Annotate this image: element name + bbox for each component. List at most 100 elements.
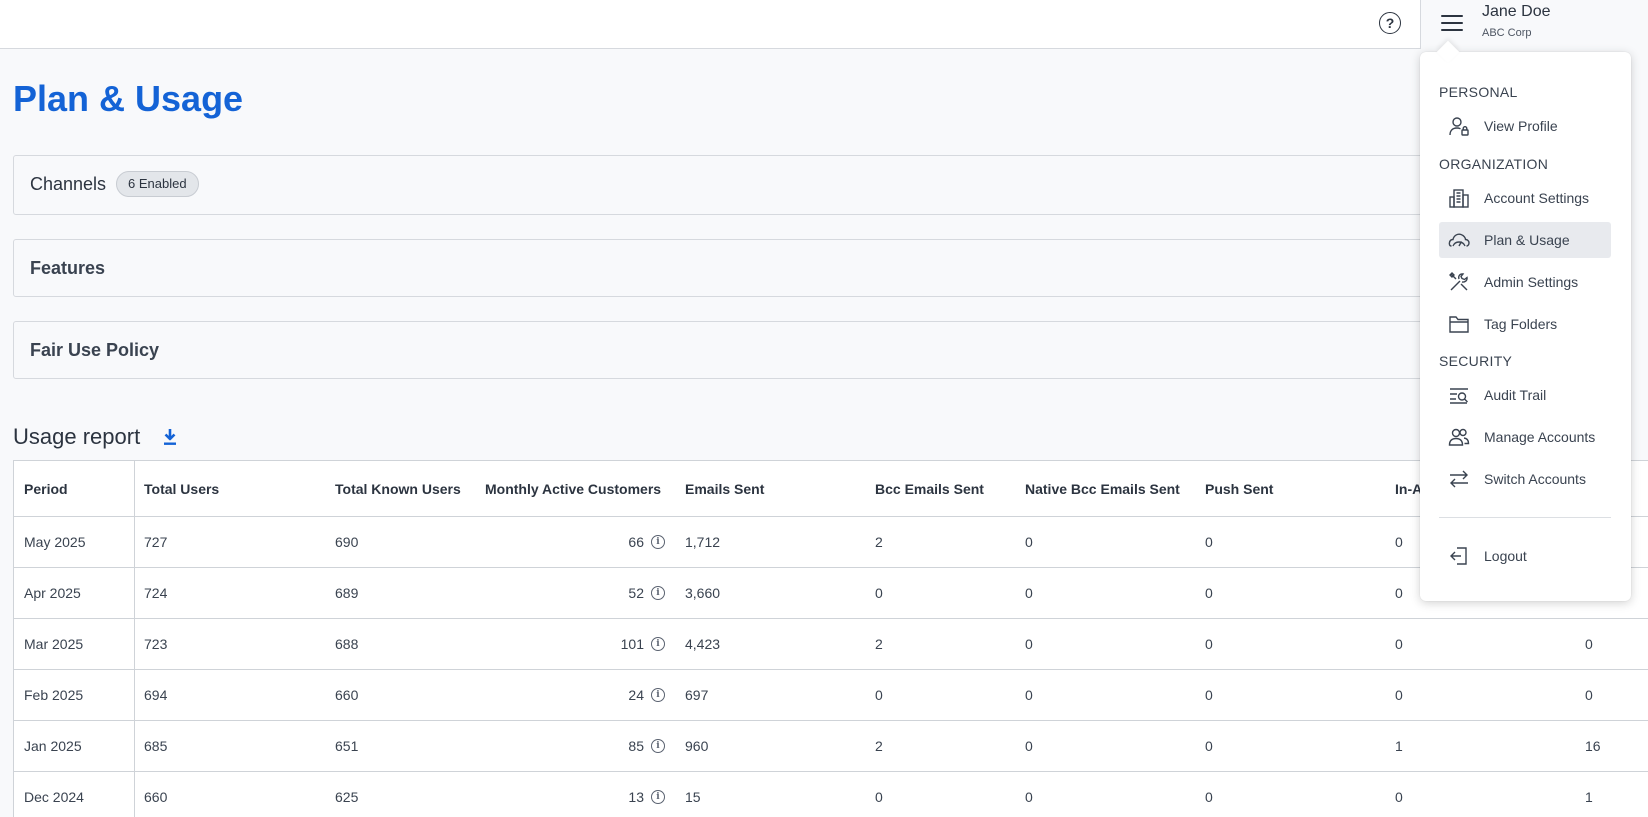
menu-item-account-settings[interactable]: Account Settings [1439, 180, 1611, 216]
info-icon[interactable]: i [651, 535, 665, 549]
cell-mac: 85 i [485, 721, 665, 771]
cell-period: Apr 2025 [24, 585, 81, 601]
cell-known-users: 651 [335, 738, 359, 754]
column-header-total-known-users[interactable]: Total Known Users [335, 461, 461, 516]
column-header-in-app[interactable]: In-A [1395, 461, 1422, 516]
cell-in-app: 0 [1395, 789, 1403, 805]
menu-item-label: Account Settings [1484, 190, 1590, 206]
menu-item-logout[interactable]: Logout [1439, 538, 1611, 574]
cell-mac: 101 i [485, 619, 665, 669]
table-header-row: Period Total Users Total Known Users Mon… [14, 461, 1648, 517]
column-header-monthly-active-customers[interactable]: Monthly Active Customers [485, 461, 661, 516]
menu-item-label: Admin Settings [1484, 274, 1579, 290]
cell-last: 0 [1585, 636, 1593, 652]
channels-panel[interactable]: Channels 6 Enabled [13, 155, 1453, 215]
top-bar: ? Jane Doe ABC Corp [0, 0, 1648, 49]
cell-known-users: 689 [335, 585, 359, 601]
cell-native-bcc-emails-sent: 0 [1025, 534, 1033, 550]
menu-item-admin-settings[interactable]: Admin Settings [1439, 264, 1611, 300]
account-dropdown-menu: PERSONAL View Profile ORGANIZATION Accou… [1420, 40, 1631, 601]
info-icon[interactable]: i [651, 790, 665, 804]
cell-emails-sent: 697 [685, 687, 709, 703]
cell-period: Jan 2025 [24, 738, 82, 754]
cell-total-users: 660 [144, 789, 168, 805]
menu-item-view-profile[interactable]: View Profile [1439, 108, 1611, 144]
logout-icon [1450, 547, 1467, 565]
list-search-icon [1450, 388, 1468, 404]
menu-item-plan-usage[interactable]: Plan & Usage [1439, 222, 1611, 258]
menu-item-label: View Profile [1484, 118, 1558, 134]
cell-in-app: 0 [1395, 585, 1403, 601]
cell-mac-value: 52 [628, 585, 644, 601]
column-header-native-bcc-emails-sent[interactable]: Native Bcc Emails Sent [1025, 461, 1180, 516]
info-icon[interactable]: i [651, 637, 665, 651]
user-lock-icon [1449, 117, 1469, 136]
cell-total-users: 694 [144, 687, 168, 703]
section-label-security: SECURITY [1439, 353, 1513, 369]
column-header-emails-sent[interactable]: Emails Sent [685, 461, 764, 516]
features-panel[interactable]: Features [13, 239, 1453, 297]
fair-use-policy-panel[interactable]: Fair Use Policy [13, 321, 1453, 379]
column-header-bcc-emails-sent[interactable]: Bcc Emails Sent [875, 461, 984, 516]
help-icon[interactable]: ? [1379, 12, 1401, 34]
usage-table: Period Total Users Total Known Users Mon… [13, 460, 1648, 817]
cell-mac-value: 66 [628, 534, 644, 550]
menu-item-switch-accounts[interactable]: Switch Accounts [1439, 461, 1611, 497]
column-header-total-users[interactable]: Total Users [144, 461, 219, 516]
cell-push-sent: 0 [1205, 636, 1213, 652]
cell-bcc-emails-sent: 2 [875, 636, 883, 652]
menu-item-label: Tag Folders [1484, 316, 1558, 332]
user-menu-trigger[interactable]: Jane Doe ABC Corp [1420, 0, 1648, 49]
table-row: Jan 2025 685 651 85 i 960 2 0 0 1 16 [14, 721, 1648, 772]
channels-enabled-badge: 6 Enabled [116, 171, 199, 197]
cell-mac: 66 i [485, 517, 665, 567]
cell-push-sent: 0 [1205, 534, 1213, 550]
folder-icon [1449, 316, 1469, 333]
info-icon[interactable]: i [651, 688, 665, 702]
menu-item-label: Logout [1484, 548, 1527, 564]
info-icon[interactable]: i [651, 739, 665, 753]
menu-divider [1439, 517, 1611, 518]
building-icon [1449, 189, 1469, 208]
cell-native-bcc-emails-sent: 0 [1025, 738, 1033, 754]
column-header-push-sent[interactable]: Push Sent [1205, 461, 1273, 516]
cell-mac: 13 i [485, 772, 665, 817]
table-row: May 2025 727 690 66 i 1,712 2 0 0 0 [14, 517, 1648, 568]
cell-push-sent: 0 [1205, 789, 1213, 805]
section-label-personal: PERSONAL [1439, 84, 1518, 100]
cell-bcc-emails-sent: 0 [875, 687, 883, 703]
download-icon[interactable] [162, 428, 178, 446]
cell-in-app: 0 [1395, 687, 1403, 703]
channels-title: Channels [30, 174, 107, 194]
cell-in-app: 0 [1395, 636, 1403, 652]
info-icon[interactable]: i [651, 586, 665, 600]
table-row: Dec 2024 660 625 13 i 15 0 0 0 0 1 [14, 772, 1648, 817]
hamburger-icon[interactable] [1441, 14, 1463, 32]
menu-item-label: Plan & Usage [1484, 232, 1570, 248]
cell-emails-sent: 4,423 [685, 636, 721, 652]
cell-total-users: 723 [144, 636, 168, 652]
cell-total-users: 727 [144, 534, 168, 550]
menu-item-audit-trail[interactable]: Audit Trail [1439, 377, 1611, 413]
cell-emails-sent: 1,712 [685, 534, 721, 550]
features-title: Features [30, 258, 106, 278]
menu-item-tag-folders[interactable]: Tag Folders [1439, 306, 1611, 342]
menu-item-label: Switch Accounts [1484, 471, 1586, 487]
cell-native-bcc-emails-sent: 0 [1025, 636, 1033, 652]
cell-native-bcc-emails-sent: 0 [1025, 585, 1033, 601]
cell-known-users: 660 [335, 687, 359, 703]
cell-period: Feb 2025 [24, 687, 84, 703]
cell-total-users: 685 [144, 738, 168, 754]
gauge-cloud-icon [1448, 233, 1470, 247]
tools-icon [1449, 272, 1468, 291]
cell-in-app: 0 [1395, 534, 1403, 550]
cell-bcc-emails-sent: 2 [875, 738, 883, 754]
cell-mac-value: 101 [620, 636, 644, 652]
table-row: Mar 2025 723 688 101 i 4,423 2 0 0 0 0 [14, 619, 1648, 670]
section-label-organization: ORGANIZATION [1439, 156, 1549, 172]
menu-item-label: Audit Trail [1484, 387, 1547, 403]
cell-bcc-emails-sent: 0 [875, 585, 883, 601]
arrows-swap-icon [1450, 470, 1468, 488]
column-header-period[interactable]: Period [24, 461, 68, 516]
menu-item-manage-accounts[interactable]: Manage Accounts [1439, 419, 1611, 455]
